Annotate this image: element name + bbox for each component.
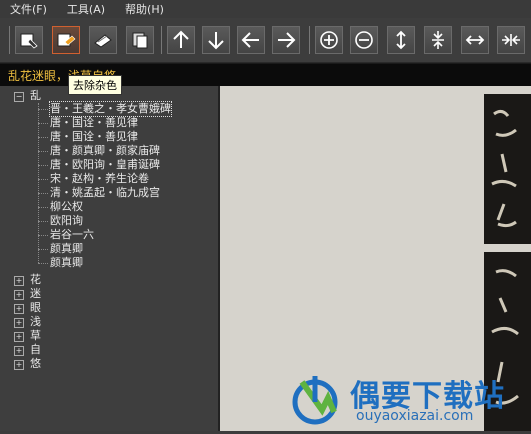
toolbar-separator bbox=[161, 26, 162, 54]
tree-leaf[interactable]: 岩谷一六 bbox=[50, 228, 94, 242]
menu-help[interactable]: 帮助(H) bbox=[125, 1, 164, 17]
tree-leaf[interactable]: 颜真卿 bbox=[50, 256, 83, 270]
tree-node[interactable]: 悠 bbox=[30, 357, 41, 371]
tree-leaf[interactable]: 唐・欧阳询・皇甫诞碑 bbox=[50, 158, 160, 172]
remove-impurity-icon bbox=[57, 33, 76, 47]
tree-leaf[interactable]: 唐・颜真卿・颜家庙碑 bbox=[50, 144, 160, 158]
tree-node[interactable]: 自 bbox=[30, 343, 41, 357]
tree-guide-line bbox=[38, 123, 48, 124]
tree-leaf[interactable]: 柳公权 bbox=[50, 200, 83, 214]
tree-node[interactable]: 迷 bbox=[30, 287, 41, 301]
tree-node[interactable]: 草 bbox=[30, 329, 41, 343]
expand-toggle[interactable]: + bbox=[14, 318, 24, 328]
horizontal-expand-icon bbox=[465, 35, 485, 45]
tree-leaf[interactable]: 宋・赵构・养生论卷 bbox=[50, 172, 149, 186]
tree-node[interactable]: 花 bbox=[30, 273, 41, 287]
tree-leaf[interactable]: 清・姚孟起・临九成宫 bbox=[50, 186, 160, 200]
tree-guide-line bbox=[38, 249, 48, 250]
copy-page-button[interactable] bbox=[126, 26, 154, 54]
collapse-toggle[interactable]: − bbox=[14, 92, 24, 102]
watermark-logo-icon bbox=[292, 376, 338, 425]
vertical-expand-button[interactable] bbox=[387, 26, 415, 54]
toolbar bbox=[0, 18, 531, 63]
expand-toggle[interactable]: + bbox=[14, 290, 24, 300]
arrow-up-icon bbox=[173, 30, 189, 48]
expand-toggle[interactable]: + bbox=[14, 360, 24, 370]
tree-node[interactable]: 眼 bbox=[30, 301, 41, 315]
horizontal-expand-button[interactable] bbox=[461, 26, 489, 54]
expand-toggle[interactable]: + bbox=[14, 276, 24, 286]
tree-guide-line bbox=[38, 235, 48, 236]
copy-page-icon bbox=[132, 32, 148, 49]
add-image-icon bbox=[20, 33, 38, 49]
expand-toggle[interactable]: + bbox=[14, 346, 24, 356]
add-image-button[interactable] bbox=[15, 26, 43, 54]
tree-leaf[interactable]: 颜真卿 bbox=[50, 242, 83, 256]
zoom-out-icon bbox=[355, 31, 373, 49]
menu-bar: 文件(F) 工具(A) 帮助(H) bbox=[0, 0, 531, 18]
move-right-button[interactable] bbox=[272, 26, 300, 54]
tooltip: 去除杂色 bbox=[68, 75, 122, 95]
arrow-down-icon bbox=[208, 32, 224, 50]
eraser-icon bbox=[94, 34, 112, 48]
eraser-button[interactable] bbox=[89, 26, 117, 54]
tree-guide-line bbox=[38, 109, 48, 110]
arrow-left-icon bbox=[241, 32, 259, 48]
tree-guide-line bbox=[38, 103, 39, 263]
menu-file[interactable]: 文件(F) bbox=[10, 1, 47, 17]
tree-panel[interactable]: − 乱 晋・王羲之・孝女曹娥碑 唐・国诠・善见律 唐・国诠・善见律 唐・颜真卿・… bbox=[0, 86, 220, 431]
toolbar-separator bbox=[9, 26, 10, 54]
vertical-expand-icon bbox=[396, 30, 406, 50]
tree-guide-line bbox=[38, 137, 48, 138]
move-down-button[interactable] bbox=[202, 26, 230, 54]
watermark-url: ouyaoxiazai.com bbox=[356, 408, 474, 424]
move-left-button[interactable] bbox=[237, 26, 265, 54]
expand-toggle[interactable]: + bbox=[14, 304, 24, 314]
remove-impurity-button[interactable] bbox=[52, 26, 80, 54]
tree-guide-line bbox=[38, 151, 48, 152]
zoom-in-icon bbox=[320, 31, 338, 49]
tree-leaf[interactable]: 唐・国诠・善见律 bbox=[50, 130, 138, 144]
calligraphy-image bbox=[484, 94, 531, 244]
vertical-compress-icon bbox=[432, 31, 444, 49]
tree-leaf[interactable]: 晋・王羲之・孝女曹娥碑 bbox=[49, 101, 172, 117]
zoom-out-button[interactable] bbox=[350, 26, 378, 54]
tree-guide-line bbox=[38, 193, 48, 194]
tree-guide-line bbox=[38, 165, 48, 166]
tree-leaf[interactable]: 欧阳询 bbox=[50, 214, 83, 228]
arrow-right-icon bbox=[278, 32, 296, 48]
toolbar-separator bbox=[309, 26, 310, 54]
tree-node-root[interactable]: 乱 bbox=[30, 89, 41, 103]
menu-tools[interactable]: 工具(A) bbox=[67, 1, 105, 17]
horizontal-compress-button[interactable] bbox=[497, 26, 525, 54]
zoom-in-button[interactable] bbox=[315, 26, 343, 54]
tree-node[interactable]: 浅 bbox=[30, 315, 41, 329]
vertical-compress-button[interactable] bbox=[424, 26, 452, 54]
tree-guide-line bbox=[38, 263, 48, 264]
move-up-button[interactable] bbox=[167, 26, 195, 54]
tree-leaf[interactable]: 唐・国诠・善见律 bbox=[50, 116, 138, 130]
tree-guide-line bbox=[38, 207, 48, 208]
horizontal-compress-icon bbox=[502, 34, 520, 46]
tree-guide-line bbox=[38, 179, 48, 180]
tree-guide-line bbox=[38, 221, 48, 222]
expand-toggle[interactable]: + bbox=[14, 332, 24, 342]
